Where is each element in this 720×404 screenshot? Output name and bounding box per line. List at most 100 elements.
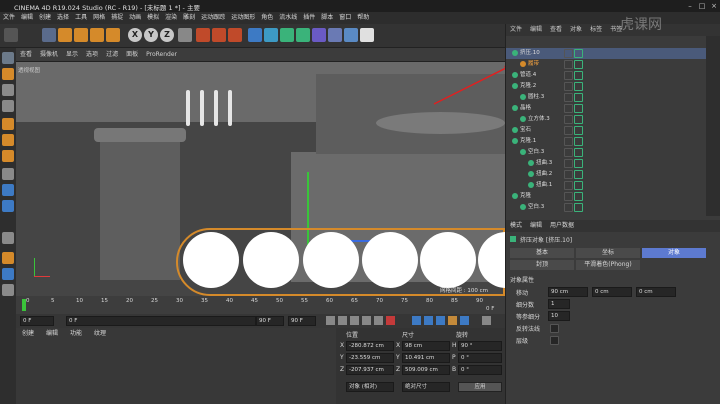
select-tool-icon[interactable] (42, 28, 56, 42)
om-menu-view[interactable]: 查看 (546, 24, 566, 36)
layer-icon[interactable] (2, 284, 14, 296)
viewport-menu-filter[interactable]: 过滤 (102, 48, 122, 62)
visibility-toggle[interactable] (564, 126, 573, 135)
enable-checkbox[interactable] (574, 82, 583, 91)
object-row[interactable]: 挤压.10 (506, 48, 706, 59)
viewport-menu-display[interactable]: 显示 (62, 48, 82, 62)
object-row[interactable]: 空白.3 (506, 202, 706, 213)
attr-tab-basic[interactable]: 基本 (510, 248, 574, 258)
enable-checkbox[interactable] (574, 170, 583, 179)
attr-menu-mode[interactable]: 模式 (506, 222, 526, 229)
isoparm-field[interactable]: 10 (548, 311, 570, 321)
last-frame-icon[interactable] (374, 316, 383, 325)
material-tab-texture[interactable]: 纹理 (88, 330, 112, 337)
visibility-toggle[interactable] (564, 93, 573, 102)
size-mode-select[interactable]: 绝对尺寸 (402, 382, 450, 392)
menu-item[interactable]: 模拟 (144, 12, 162, 24)
viewport-menu-view[interactable]: 查看 (16, 48, 36, 62)
move-tool-icon[interactable] (58, 28, 72, 42)
cube-icon[interactable] (248, 28, 262, 42)
points-mode-icon[interactable] (2, 118, 14, 130)
coordinate-system-icon[interactable] (178, 28, 192, 42)
size-z-field[interactable]: 509.009 cm (402, 365, 450, 375)
viewport-menu-prorender[interactable]: ProRender (142, 48, 181, 62)
tweak-mode-icon[interactable] (2, 184, 14, 196)
position-z-field[interactable]: -207.937 cm (346, 365, 394, 375)
attr-tab-phong[interactable]: 平滑着色(Phong) (576, 260, 640, 270)
model-mode-icon[interactable] (2, 68, 14, 80)
viewport-menu-options[interactable]: 选项 (82, 48, 102, 62)
workplane-icon[interactable] (2, 100, 14, 112)
visibility-toggle[interactable] (564, 104, 573, 113)
menu-item[interactable]: 角色 (258, 12, 276, 24)
key-move-icon[interactable] (412, 316, 421, 325)
preview-end-field[interactable]: 90 F (288, 316, 316, 326)
y-axis-button[interactable]: Y (144, 28, 158, 42)
texture-mode-icon[interactable] (2, 84, 14, 96)
object-list-scrollbar[interactable] (706, 36, 720, 216)
menu-item[interactable]: 流水线 (276, 12, 300, 24)
hierarchical-checkbox[interactable] (550, 336, 559, 345)
z-axis-button[interactable]: Z (160, 28, 174, 42)
timeline-menu-icon[interactable] (482, 316, 491, 325)
size-y-field[interactable]: 10.491 cm (402, 353, 450, 363)
object-row[interactable]: 扭曲.2 (506, 169, 706, 180)
enable-checkbox[interactable] (574, 115, 583, 124)
menu-item[interactable]: 窗口 (336, 12, 354, 24)
edges-mode-icon[interactable] (2, 134, 14, 146)
enable-checkbox[interactable] (574, 159, 583, 168)
spline-pen-icon[interactable] (264, 28, 278, 42)
movement-z-field[interactable]: 0 cm (636, 287, 676, 297)
light-icon[interactable] (360, 28, 374, 42)
render-picture-viewer-icon[interactable] (212, 28, 226, 42)
first-frame-icon[interactable] (326, 316, 335, 325)
movement-x-field[interactable]: 90 cm (548, 287, 588, 297)
key-param-icon[interactable] (448, 316, 457, 325)
record-icon[interactable] (386, 316, 395, 325)
close-icon[interactable]: × (708, 1, 720, 11)
start-frame-field[interactable]: 0 F (20, 316, 54, 326)
timeline-ruler[interactable]: 0 5 10 15 20 25 30 35 40 45 50 55 60 65 70 75 80 85 90 0 F (16, 296, 505, 314)
viewport-menu-panel[interactable]: 面板 (122, 48, 142, 62)
scene-icon[interactable] (328, 28, 342, 42)
enable-checkbox[interactable] (574, 203, 583, 212)
object-row[interactable]: 扭曲.1 (506, 180, 706, 191)
scale-tool-icon[interactable] (74, 28, 88, 42)
object-row[interactable]: 晶格 (506, 103, 706, 114)
coord-mode-select[interactable]: 对象 (相对) (346, 382, 394, 392)
viewport-menu-camera[interactable]: 摄像机 (36, 48, 62, 62)
visibility-toggle[interactable] (564, 137, 573, 146)
enable-checkbox[interactable] (574, 137, 583, 146)
menu-item[interactable]: 选择 (54, 12, 72, 24)
visibility-toggle[interactable] (564, 49, 573, 58)
play-icon[interactable] (350, 316, 359, 325)
visibility-toggle[interactable] (564, 170, 573, 179)
material-tab-create[interactable]: 创建 (16, 330, 40, 337)
x-axis-button[interactable]: X (128, 28, 142, 42)
object-row[interactable]: 扭曲.3 (506, 158, 706, 169)
enable-checkbox[interactable] (574, 104, 583, 113)
enable-checkbox[interactable] (574, 126, 583, 135)
visibility-toggle[interactable] (564, 159, 573, 168)
object-row[interactable]: 克隆 (506, 191, 706, 202)
end-frame-field[interactable]: 90 F (256, 316, 284, 326)
enable-checkbox[interactable] (574, 71, 583, 80)
camera-icon[interactable] (344, 28, 358, 42)
object-row[interactable]: 圆柱.3 (506, 92, 706, 103)
attr-tab-object[interactable]: 对象 (642, 248, 706, 258)
snap-icon[interactable] (2, 200, 14, 212)
movement-y-field[interactable]: 0 cm (592, 287, 632, 297)
om-menu-edit[interactable]: 编辑 (526, 24, 546, 36)
rotation-b-field[interactable]: 0 ° (458, 365, 502, 375)
next-key-icon[interactable] (362, 316, 371, 325)
menu-item[interactable]: 捕捉 (108, 12, 126, 24)
enable-checkbox[interactable] (574, 148, 583, 157)
menu-item[interactable]: 帮助 (354, 12, 372, 24)
solo-icon[interactable] (2, 268, 14, 280)
maximize-icon[interactable]: □ (696, 1, 708, 11)
enable-checkbox[interactable] (574, 93, 583, 102)
menu-item[interactable]: 网格 (90, 12, 108, 24)
visibility-toggle[interactable] (564, 192, 573, 201)
visibility-toggle[interactable] (564, 60, 573, 69)
position-x-field[interactable]: -280.872 cm (346, 341, 394, 351)
